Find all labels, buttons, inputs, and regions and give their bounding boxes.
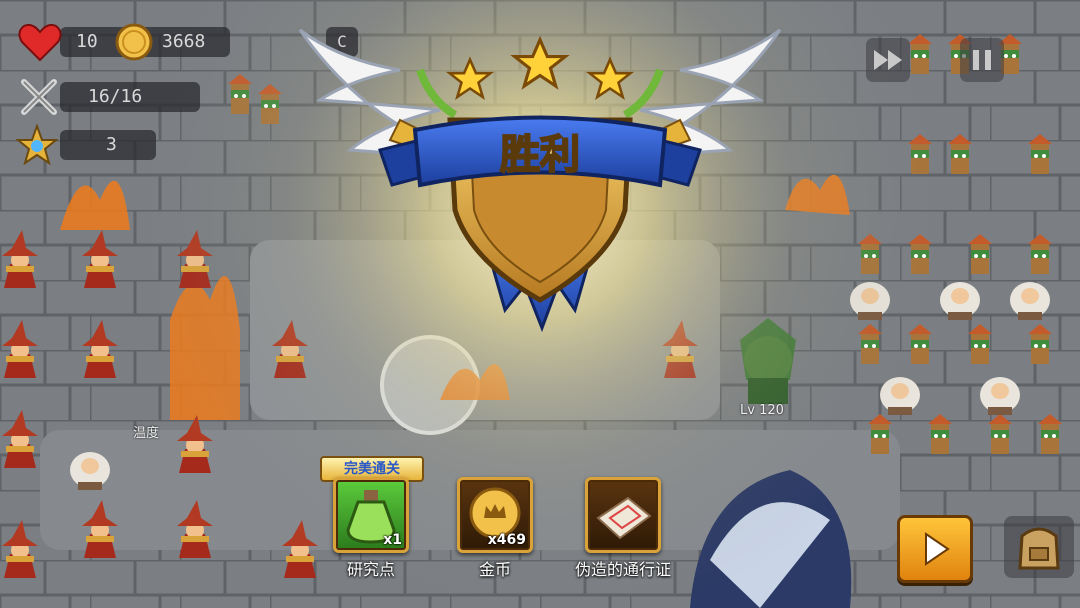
reward-qty: x469 — [487, 532, 526, 548]
victory-title: 胜利 — [500, 132, 580, 178]
reward-slot-pass[interactable] — [585, 477, 661, 553]
star-icon — [585, 56, 635, 101]
blue-star-icon — [16, 124, 58, 166]
hud-wave: 16/16 — [60, 82, 200, 112]
hud-stars: 3 — [60, 130, 156, 160]
victory-stars — [445, 35, 635, 101]
star-count: 3 — [106, 134, 117, 155]
reward-label: 研究点 — [346, 560, 395, 579]
reward-qty: x1 — [383, 532, 402, 548]
gold-count: 3668 — [162, 31, 206, 52]
backpack-icon — [1018, 527, 1060, 570]
pause-button[interactable] — [960, 38, 1004, 82]
continue-button[interactable] — [897, 515, 973, 583]
fast-forward-icon — [874, 50, 902, 70]
reward-label: 金币 — [478, 560, 511, 579]
unit-label: 温度 — [133, 426, 160, 441]
game-screen: 10 3668 16/16 3 C Lv 120 温度 胜利 完美通关 x1 x… — [0, 0, 1080, 608]
hero-level: Lv 120 — [740, 403, 784, 418]
star-icon — [510, 35, 570, 90]
play-arrow-icon — [925, 532, 950, 566]
gold-coin-icon — [115, 23, 153, 61]
wave-count: 16/16 — [88, 86, 143, 107]
pause-icon — [973, 50, 991, 70]
victory-emblem: 胜利 — [298, 28, 782, 333]
reward-label: 伪造的通行证 — [574, 560, 671, 579]
backpack-button[interactable] — [1004, 516, 1074, 578]
star-icon — [445, 56, 495, 101]
fast-forward-button[interactable] — [866, 38, 910, 82]
reward-slot-gold[interactable]: x469 — [457, 477, 533, 553]
lives-count: 10 — [76, 31, 98, 52]
crossed-swords-icon — [21, 79, 57, 115]
heart-icon — [18, 23, 62, 62]
forged-pass-icon — [596, 496, 652, 540]
reward-slot-research[interactable]: x1 — [333, 477, 409, 553]
